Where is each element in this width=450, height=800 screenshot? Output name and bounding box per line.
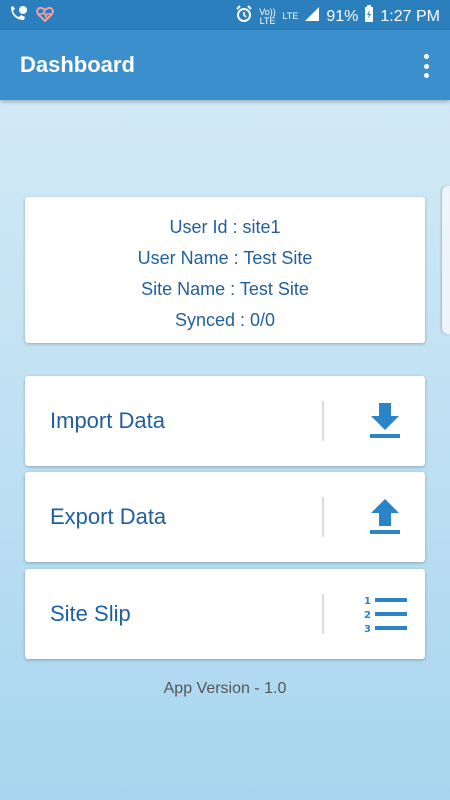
site-name-text: Site Name : Test Site <box>141 279 309 299</box>
app-version-text: App Version - 1.0 <box>163 680 287 697</box>
svg-text:3: 3 <box>364 624 371 634</box>
numbered-list-icon: 1 2 3 <box>363 594 409 635</box>
battery-percent: 91% <box>326 7 359 25</box>
alarm-icon <box>235 5 253 28</box>
import-data-label: Import Data <box>50 408 165 433</box>
app-title: Dashboard <box>20 52 135 77</box>
site-slip-button[interactable]: Site Slip 1 2 3 <box>25 569 425 659</box>
battery-charging-icon <box>364 5 374 28</box>
lte-indicator: LTE <box>282 11 299 21</box>
app-bar: Dashboard <box>0 30 450 100</box>
svg-text:1: 1 <box>364 596 371 607</box>
user-id-text: User Id : site1 <box>169 217 281 237</box>
heart-monitor-icon <box>36 6 54 27</box>
overflow-menu-icon[interactable] <box>422 54 430 78</box>
user-name-text: User Name : Test Site <box>137 248 313 268</box>
divider <box>322 401 324 441</box>
side-drawer-peek[interactable] <box>442 186 450 334</box>
svg-text:2: 2 <box>364 610 371 621</box>
signal-icon <box>304 6 320 27</box>
divider <box>322 497 324 537</box>
site-slip-label: Site Slip <box>50 601 131 626</box>
synced-text: Synced : 0/0 <box>174 310 276 330</box>
phone-hd-icon <box>8 5 28 28</box>
divider <box>322 594 324 634</box>
export-data-button[interactable]: Export Data <box>25 472 425 562</box>
status-bar: Vo)) LTE LTE 91% 1:27 PM <box>0 0 450 30</box>
export-data-label: Export Data <box>50 504 167 529</box>
upload-icon <box>365 497 405 537</box>
download-icon <box>365 401 405 441</box>
user-info-card: User Id : site1 User Name : Test Site Si… <box>25 197 425 343</box>
import-data-button[interactable]: Import Data <box>25 376 425 466</box>
clock-time: 1:27 PM <box>380 7 440 25</box>
volte-indicator: Vo)) LTE <box>259 6 276 26</box>
